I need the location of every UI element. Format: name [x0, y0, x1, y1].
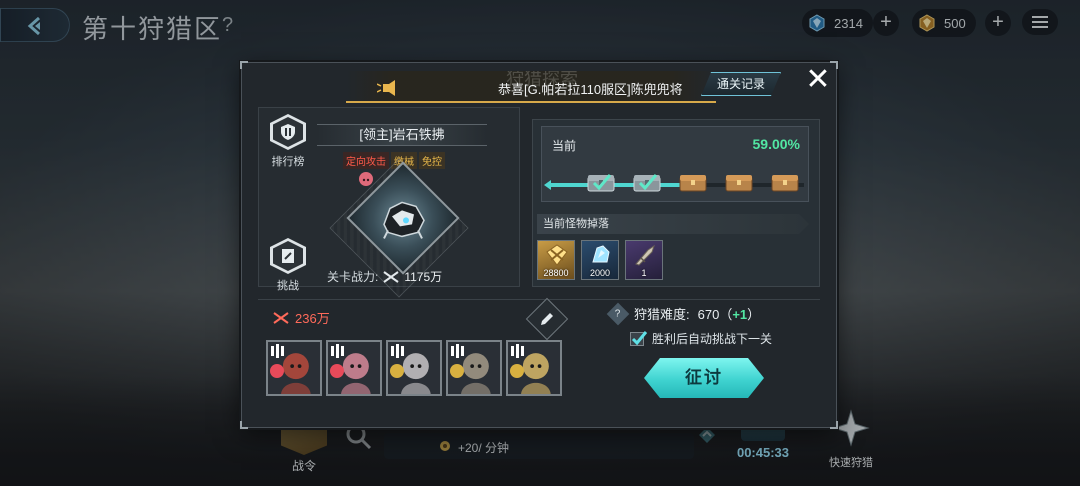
team-member-slot[interactable]: [446, 340, 502, 396]
drop-item-crystal[interactable]: 2000: [581, 240, 619, 280]
stage-power-label: 关卡战力:: [327, 270, 379, 284]
team-members: [266, 340, 562, 396]
class-icon: [271, 344, 284, 358]
element-icon: [450, 364, 464, 378]
element-icon: [510, 364, 524, 378]
challenge-doc-icon: [282, 249, 294, 263]
ice-crystal-icon: [592, 245, 610, 263]
drops-list: 28800 2000 1: [537, 240, 663, 280]
progress-fill: [548, 183, 700, 187]
stage-power-value: 1175万: [404, 270, 443, 284]
class-icon: [451, 344, 464, 358]
crossed-swords-red-icon: [273, 311, 289, 324]
speaker-icon: [377, 80, 395, 96]
team-power-value: 236万: [295, 311, 330, 326]
element-icon: [270, 364, 284, 378]
progress-label: 当前: [552, 139, 577, 153]
hunt-difficulty: ? 狩猎难度: 670（+1）: [606, 302, 761, 325]
auto-next-checkbox[interactable]: [630, 330, 648, 346]
difficulty-open-paren: （: [719, 307, 733, 322]
boss-tag: 定向攻击: [343, 152, 389, 169]
element-icon: [330, 364, 344, 378]
progress-box: 当前 59.00%: [541, 126, 809, 202]
difficulty-bonus: +1: [732, 307, 748, 322]
boss-type-icon: [359, 172, 373, 186]
drop-qty: 28800: [543, 268, 569, 278]
ranking-button[interactable]: 排行榜: [263, 114, 313, 169]
shield-rank-icon: [281, 124, 295, 140]
checkmark-icon: [631, 330, 648, 345]
drop-qty: 1: [641, 268, 647, 278]
class-icon: [511, 344, 524, 358]
difficulty-value: 670: [697, 307, 720, 322]
challenge-button[interactable]: 挑战: [263, 238, 313, 293]
team-section: 236万 ? 狩猎难度: 670（+1） 胜利后自动挑战下一关 征讨: [258, 297, 820, 411]
ranking-label: 排行榜: [271, 156, 305, 168]
auto-next-label: 胜利后自动挑战下一关: [652, 332, 773, 346]
chest-locked-icon[interactable]: [724, 171, 754, 193]
team-member-slot[interactable]: [386, 340, 442, 396]
edit-team-button[interactable]: [525, 297, 569, 341]
boss-panel: 排行榜 挑战 [领主]岩石铁拂 定向攻击 缴械 免控: [258, 107, 520, 298]
stage-power: 关卡战力: 1175万: [327, 268, 442, 285]
challenge-label: 挑战: [277, 280, 299, 292]
broadcast-banner: 狩猎探索 恭喜[G.帕若拉110服区]陈兜兜将: [346, 71, 716, 103]
difficulty-close-paren: ）: [747, 307, 761, 322]
pencil-icon: [541, 313, 553, 325]
attack-button[interactable]: 征讨: [644, 358, 764, 398]
boss-tag: 免控: [419, 152, 445, 169]
drop-item-part[interactable]: 1: [625, 240, 663, 280]
crossed-swords-icon: [383, 270, 399, 283]
team-power: 236万: [272, 308, 330, 327]
team-member-slot[interactable]: [266, 340, 322, 396]
difficulty-label: 狩猎难度:: [634, 307, 690, 322]
clear-records-button[interactable]: 通关记录: [701, 72, 781, 96]
hunt-modal: 狩猎探索 恭喜[G.帕若拉110服区]陈兜兜将 通关记录 ✕ 排行榜 挑战 [领…: [240, 61, 838, 429]
close-icon[interactable]: ✕: [804, 65, 832, 95]
broadcast-message: 恭喜[G.帕若拉110服区]陈兜兜将: [498, 82, 683, 97]
chest-claimed-icon[interactable]: [632, 171, 662, 193]
auto-next-option[interactable]: 胜利后自动挑战下一关: [630, 330, 772, 347]
difficulty-help-icon[interactable]: ?: [606, 302, 630, 325]
element-icon: [390, 364, 404, 378]
progress-percent: 59.00%: [752, 136, 800, 152]
team-member-slot[interactable]: [326, 340, 382, 396]
chest-locked-icon[interactable]: [678, 171, 708, 193]
chest-claimed-icon[interactable]: [586, 171, 616, 193]
chest-locked-icon[interactable]: [770, 171, 800, 193]
drops-title: 当前怪物掉落: [537, 214, 809, 234]
progress-panel: 当前 59.00% 当前怪物掉落 28800 2000 1: [532, 119, 820, 287]
drop-qty: 2000: [589, 268, 611, 278]
boss-name: [领主]岩石铁拂: [317, 124, 487, 146]
class-icon: [331, 344, 344, 358]
drop-item-gold[interactable]: 28800: [537, 240, 575, 280]
gold-coins-icon: [546, 244, 568, 266]
boss-mech-art: [383, 201, 425, 239]
team-member-slot[interactable]: [506, 340, 562, 396]
weapon-part-icon: [635, 244, 655, 266]
class-icon: [391, 344, 404, 358]
